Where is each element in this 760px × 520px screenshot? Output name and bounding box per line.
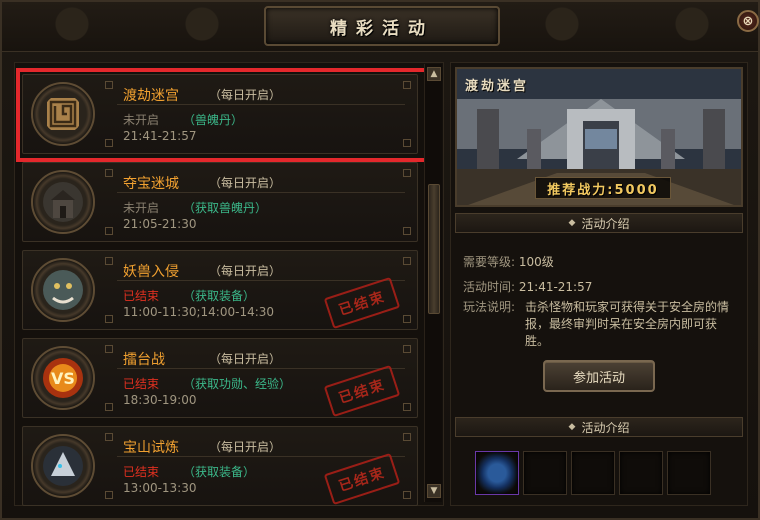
activity-schedule-tag: （每日开启）: [209, 264, 282, 278]
window-title: 精彩活动: [330, 18, 434, 39]
activity-name: 妖兽入侵: [123, 264, 179, 280]
join-activity-button[interactable]: 参加活动: [543, 360, 655, 392]
beast-face-icon: [43, 270, 83, 310]
activity-time: 21:05-21:30: [123, 217, 197, 231]
close-button[interactable]: ⊗: [737, 10, 759, 32]
activity-time: 21:41-21:57: [123, 129, 197, 143]
list-scrollbar[interactable]: ▲ ▼: [424, 64, 442, 502]
frame-corner: [403, 345, 411, 353]
frame-corner: [105, 403, 113, 411]
activity-schedule-tag: （每日开启）: [209, 176, 282, 190]
frame-corner: [403, 257, 411, 265]
activity-item[interactable]: 夺宝迷城 （每日开启） 未开启 （获取兽魄丹） 21:05-21:30: [22, 162, 418, 242]
frame-corner: [403, 139, 411, 147]
activity-time: 13:00-13:30: [123, 481, 197, 495]
activity-window: 精彩活动 ⊗ 渡劫迷宫 （每日开启） 未开启 （兽魄丹） 21:41-21:57: [0, 0, 760, 520]
ended-stamp: 已结束: [323, 276, 401, 330]
activity-name: 宝山试炼: [123, 440, 179, 456]
activity-name: 夺宝迷城: [123, 176, 179, 192]
frame-corner: [105, 257, 113, 265]
activity-icon-frame: [31, 170, 95, 234]
empty-slot: [619, 451, 663, 495]
empty-slot: [523, 451, 567, 495]
reward-slots: [475, 451, 711, 495]
diamond-icon: ◆: [568, 218, 576, 228]
crystal-orb-icon[interactable]: [475, 451, 519, 495]
frame-corner: [403, 315, 411, 323]
activity-status: 未开启: [123, 201, 160, 215]
activity-item[interactable]: 渡劫迷宫 （每日开启） 未开启 （兽魄丹） 21:41-21:57: [22, 74, 418, 154]
detail-panel: 渡劫迷宫 推荐战力:5000 ◆ 活动介绍 需要等级: 100级 活动时间: 2…: [450, 62, 748, 506]
frame-corner: [403, 433, 411, 441]
activity-icon-frame: [31, 82, 95, 146]
activity-name: 渡劫迷宫: [123, 88, 179, 104]
frame-corner: [105, 169, 113, 177]
frame-corner: [105, 345, 113, 353]
fortress-icon: [43, 182, 83, 222]
ended-stamp: 已结束: [323, 364, 401, 418]
activity-reward: （获取装备）: [183, 289, 256, 303]
activity-preview-image: 渡劫迷宫 推荐战力:5000: [455, 67, 743, 207]
frame-corner: [403, 491, 411, 499]
maze-icon: [47, 98, 79, 130]
title-plate: 精彩活动: [264, 6, 500, 46]
activity-status: 已结束: [123, 377, 160, 391]
frame-corner: [105, 433, 113, 441]
activity-status: 已结束: [123, 465, 160, 479]
activity-name: 擂台战: [123, 352, 165, 368]
frame-corner: [403, 81, 411, 89]
frame-corner: [105, 81, 113, 89]
diamond-icon: ◆: [568, 422, 576, 432]
section-header-intro: ◆ 活动介绍: [455, 213, 743, 233]
activity-icon-frame: [31, 434, 95, 498]
activity-status: 已结束: [123, 289, 160, 303]
activity-item[interactable]: VS 擂台战 （每日开启） 已结束 （获取功勋、经验） 18:30-19:00 …: [22, 338, 418, 418]
activity-reward: （兽魄丹）: [183, 113, 244, 127]
activity-status: 未开启: [123, 113, 160, 127]
recommended-power: 推荐战力:5000: [535, 177, 671, 199]
activity-reward: （获取装备）: [183, 465, 256, 479]
activity-icon-frame: VS: [31, 346, 95, 410]
activity-time: 18:30-19:00: [123, 393, 197, 407]
activity-time: 活动时间: 21:41-21:57: [463, 280, 593, 294]
activity-icon-frame: [31, 258, 95, 322]
activity-schedule-tag: （每日开启）: [209, 440, 282, 454]
activity-item[interactable]: 妖兽入侵 （每日开启） 已结束 （获取装备） 11:00-11:30;14:00…: [22, 250, 418, 330]
activity-schedule-tag: （每日开启）: [209, 88, 282, 102]
frame-corner: [105, 139, 113, 147]
activity-item[interactable]: 宝山试炼 （每日开启） 已结束 （获取装备） 13:00-13:30 已结束: [22, 426, 418, 506]
frame-corner: [105, 227, 113, 235]
ended-stamp: 已结束: [323, 452, 401, 506]
preview-title: 渡劫迷宫: [465, 79, 530, 94]
level-requirement: 需要等级: 100级: [463, 255, 554, 269]
activity-time: 11:00-11:30;14:00-14:30: [123, 305, 275, 319]
versus-icon: VS: [43, 358, 83, 398]
scroll-thumb[interactable]: [428, 184, 440, 314]
scroll-up-icon[interactable]: ▲: [427, 67, 441, 81]
frame-corner: [403, 169, 411, 177]
activity-reward: （获取功勋、经验）: [183, 377, 292, 391]
gameplay-description: 玩法说明: 击杀怪物和玩家可获得关于安全房的情报，最终审判时呆在安全房内即可获胜…: [463, 300, 730, 348]
frame-corner: [105, 315, 113, 323]
activity-schedule-tag: （每日开启）: [209, 352, 282, 366]
activity-reward: （获取兽魄丹）: [183, 201, 268, 215]
frame-corner: [105, 491, 113, 499]
frame-corner: [403, 403, 411, 411]
empty-slot: [571, 451, 615, 495]
scroll-down-icon[interactable]: ▼: [427, 484, 441, 498]
silver-beast-icon: [43, 446, 83, 486]
frame-corner: [403, 227, 411, 235]
section-header-rewards: ◆ 活动介绍: [455, 417, 743, 437]
empty-slot: [667, 451, 711, 495]
close-icon: ⊗: [742, 13, 754, 29]
svg-text:VS: VS: [51, 369, 75, 388]
